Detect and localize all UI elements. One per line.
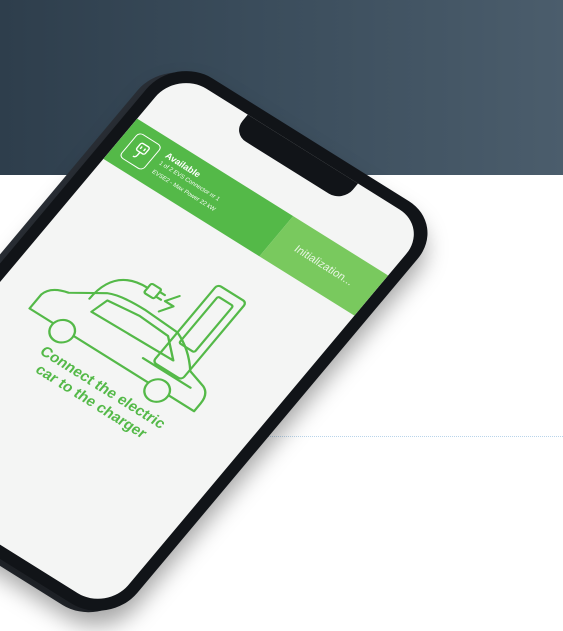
- initialization-status: Initialization...: [259, 215, 389, 316]
- lightning-icon: [157, 295, 181, 313]
- charging-station-icon: [141, 284, 246, 389]
